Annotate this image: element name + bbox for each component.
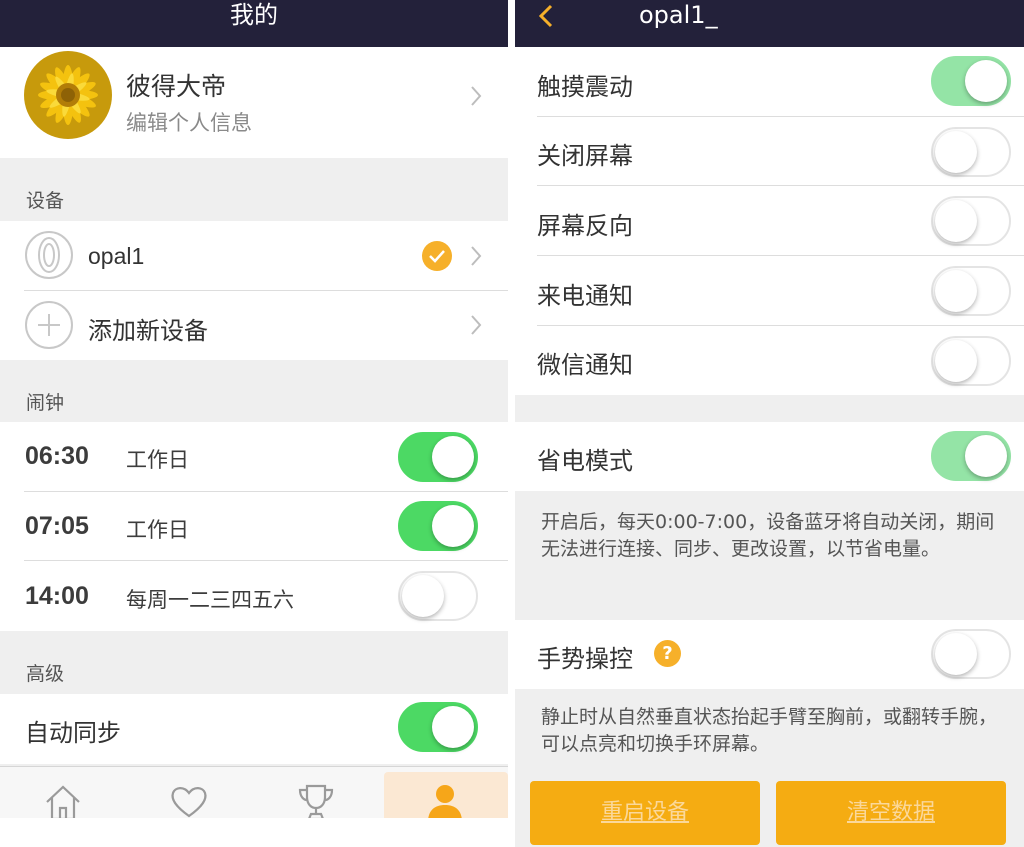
power-save-note: 开启后，每天0:00-7:00，设备蓝牙将自动关闭，期间无法进行连接、同步、更改… (541, 511, 995, 560)
gesture-toggle[interactable] (931, 629, 1011, 679)
setting-label: 触摸震动 (537, 73, 633, 101)
profile-row[interactable]: 彼得大帝 编辑个人信息 (0, 47, 508, 158)
auto-sync-label: 自动同步 (25, 719, 121, 747)
help-icon[interactable]: ? (654, 640, 681, 667)
alarm-row[interactable]: 07:05 工作日 (0, 492, 508, 561)
nav-bar: 我的 (0, 0, 508, 47)
alarm-repeat: 每周一二三四五六 (126, 588, 294, 612)
page-title: opal1_ (639, 1, 718, 29)
setting-label: 微信通知 (537, 351, 633, 379)
power-save-label: 省电模式 (537, 447, 633, 475)
gesture-note: 静止时从自然垂直状态抬起手臂至胸前，或翻转手腕，可以点亮和切换手环屏幕。 (541, 706, 998, 755)
touch-vibration-toggle[interactable] (931, 56, 1011, 106)
setting-label: 关闭屏幕 (537, 142, 633, 170)
setting-row: 微信通知 (515, 326, 1024, 395)
panel-gap (508, 0, 515, 847)
setting-label: 来电通知 (537, 282, 633, 310)
device-settings-page: opal1_ 触摸震动 关闭屏幕 屏幕反向 来电通知 微信通知 省电模式 开启后… (515, 0, 1024, 847)
my-page: 我的 彼得大帝 编辑个人信息 设备 opal1 添加新设备 闹钟 06:30 工… (0, 0, 508, 847)
screen-off-toggle[interactable] (931, 127, 1011, 177)
plus-icon (25, 301, 73, 349)
section-alarms: 闹钟 (26, 392, 65, 414)
setting-row: 来电通知 (515, 256, 1024, 326)
clear-data-button[interactable]: 清空数据 (776, 781, 1006, 845)
page-title: 我的 (230, 1, 278, 29)
band-icon (25, 231, 73, 279)
chevron-right-icon (471, 315, 482, 335)
section-advanced: 高级 (26, 663, 65, 685)
gesture-label: 手势操控 (537, 645, 633, 673)
alarm-toggle[interactable] (398, 571, 478, 621)
add-device-row[interactable]: 添加新设备 (0, 291, 508, 360)
device-row[interactable]: opal1 (0, 221, 508, 291)
gesture-row: 手势操控 ? (515, 620, 1024, 689)
trophy-icon (298, 784, 334, 821)
alarm-toggle[interactable] (398, 501, 478, 551)
call-notify-toggle[interactable] (931, 266, 1011, 316)
back-icon[interactable] (537, 4, 557, 28)
section-devices: 设备 (26, 190, 65, 212)
alarm-row[interactable]: 14:00 每周一二三四五六 (0, 561, 508, 631)
alarm-row[interactable]: 06:30 工作日 (0, 422, 508, 492)
power-save-toggle[interactable] (931, 431, 1011, 481)
auto-sync-row: 自动同步 (0, 694, 508, 764)
power-save-row: 省电模式 (515, 422, 1024, 491)
alarm-repeat: 工作日 (126, 448, 189, 472)
wechat-notify-toggle[interactable] (931, 336, 1011, 386)
avatar[interactable] (24, 51, 112, 139)
alarm-repeat: 工作日 (126, 518, 189, 542)
check-icon (422, 241, 452, 271)
alarm-time: 07:05 (25, 512, 89, 540)
alarm-time: 06:30 (25, 442, 89, 470)
profile-subtitle: 编辑个人信息 (126, 111, 252, 135)
alarm-time: 14:00 (25, 582, 89, 610)
setting-row: 屏幕反向 (515, 186, 1024, 256)
heart-icon (171, 787, 207, 818)
add-device-label: 添加新设备 (88, 317, 208, 345)
footer-strip (0, 818, 508, 847)
setting-label: 屏幕反向 (537, 212, 633, 240)
nav-bar: opal1_ (515, 0, 1024, 47)
setting-row: 触摸震动 (515, 47, 1024, 117)
home-icon (46, 785, 80, 821)
chevron-right-icon (471, 246, 482, 266)
screen-flip-toggle[interactable] (931, 196, 1011, 246)
restart-device-button[interactable]: 重启设备 (530, 781, 760, 845)
device-name: opal1 (88, 243, 145, 269)
alarm-toggle[interactable] (398, 432, 478, 482)
profile-name: 彼得大帝 (126, 72, 227, 101)
auto-sync-toggle[interactable] (398, 702, 478, 752)
person-icon (428, 785, 462, 822)
chevron-right-icon (471, 86, 482, 106)
setting-row: 关闭屏幕 (515, 117, 1024, 186)
